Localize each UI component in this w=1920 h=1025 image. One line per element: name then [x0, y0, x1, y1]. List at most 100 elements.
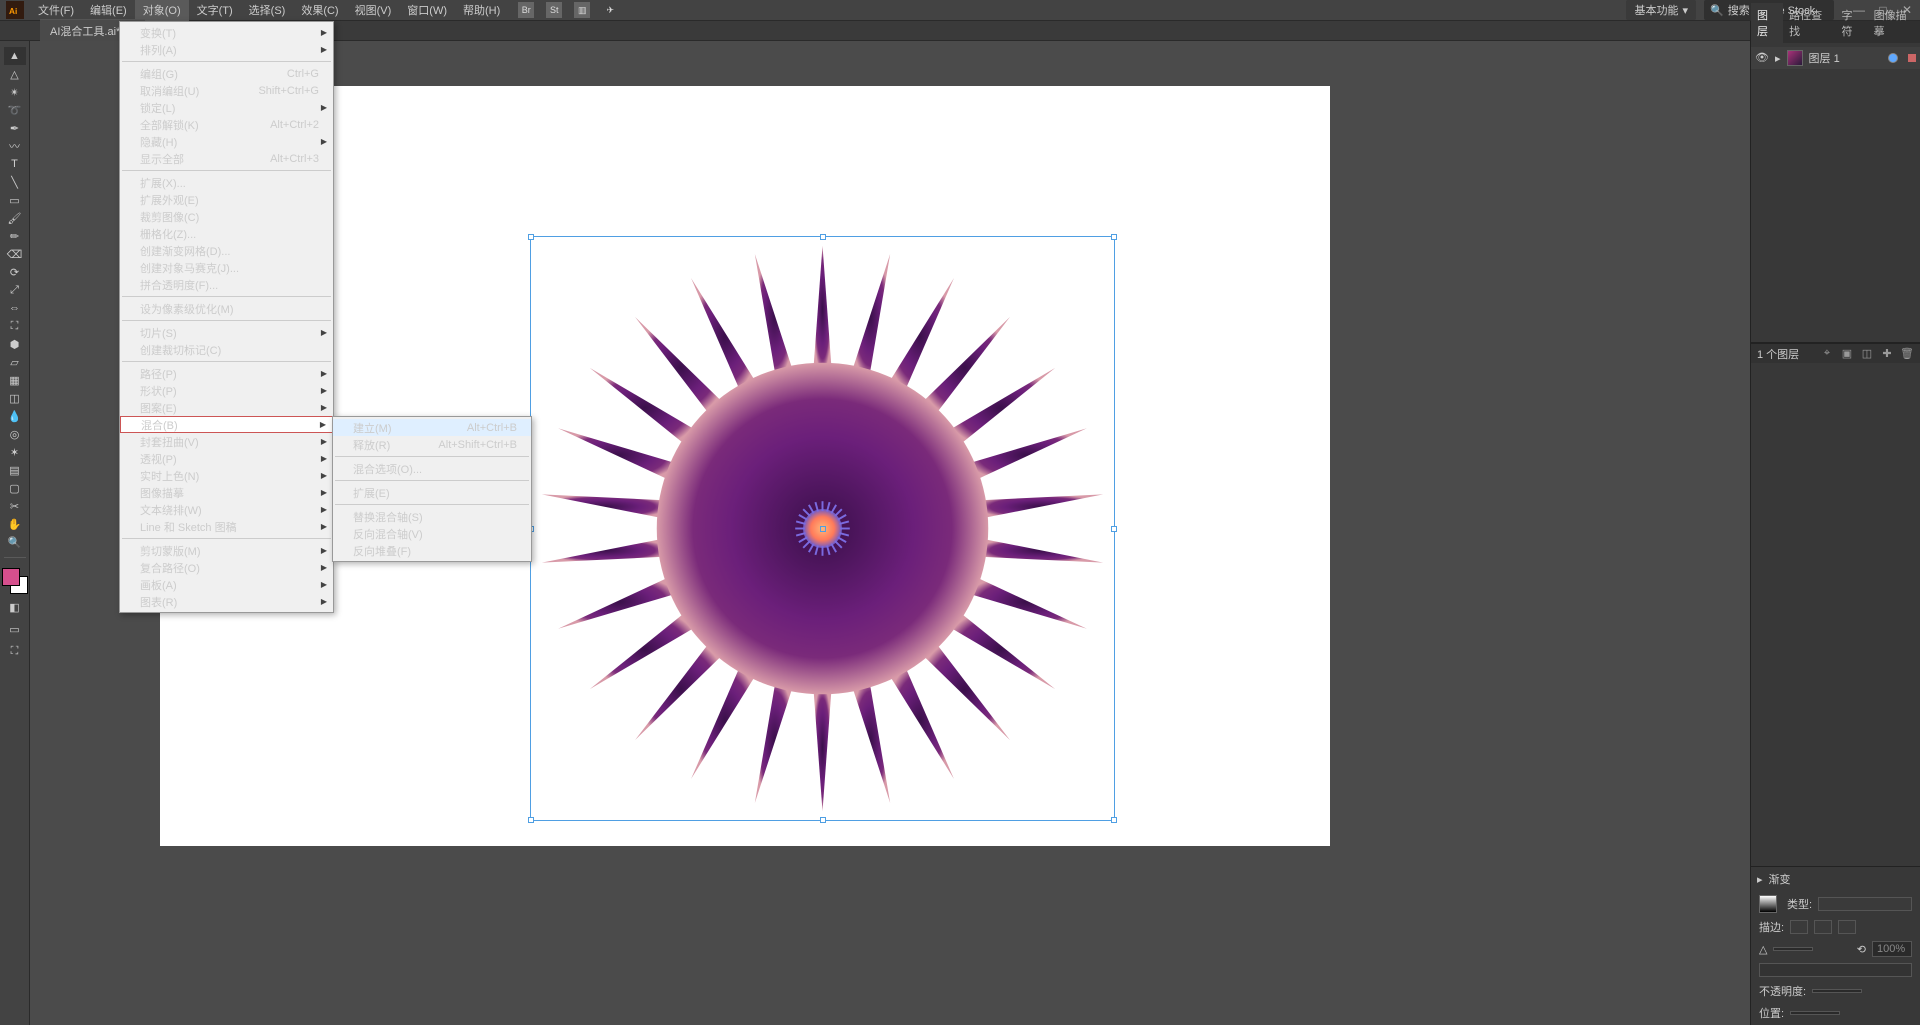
menu-item-透视P[interactable]: 透视(P)	[120, 450, 333, 467]
layer-target-indicator[interactable]	[1888, 53, 1898, 63]
tool-line[interactable]: ╲	[4, 173, 26, 191]
layer-name[interactable]: 图层 1	[1809, 50, 1840, 66]
menu-item-显示全部[interactable]: 显示全部Alt+Ctrl+3	[120, 150, 333, 167]
tool-width[interactable]: ⇔	[4, 299, 26, 317]
tool-hand[interactable]: ✋	[4, 515, 26, 533]
gradient-opacity-input[interactable]: 100%	[1872, 941, 1912, 957]
resize-handle-tl[interactable]	[528, 234, 534, 240]
menu-item-创建渐变网格D[interactable]: 创建渐变网格(D)...	[120, 242, 333, 259]
screen-mode-icon[interactable]: ⛶	[4, 642, 26, 660]
locate-layer-icon[interactable]: ⌖	[1820, 347, 1834, 361]
resize-handle-tr[interactable]	[1111, 234, 1117, 240]
menu-帮助h[interactable]: 帮助(H)	[455, 0, 508, 21]
menu-item-复合路径O[interactable]: 复合路径(O)	[120, 559, 333, 576]
stroke-grad-btn-3[interactable]	[1838, 920, 1856, 934]
panel-collapse-icon[interactable]: ▸	[1757, 873, 1763, 886]
bridge-icon[interactable]: Br	[518, 2, 534, 18]
gpu-icon[interactable]: ✈	[602, 2, 618, 18]
tool-mesh[interactable]: ▦	[4, 371, 26, 389]
menu-item-实时上色N[interactable]: 实时上色(N)	[120, 467, 333, 484]
tool-symbol-spray[interactable]: ✶	[4, 443, 26, 461]
menu-item-混合选项O[interactable]: 混合选项(O)...	[333, 460, 531, 477]
draw-mode-icon[interactable]: ▭	[4, 620, 26, 638]
menu-item-建立M[interactable]: 建立(M)Alt+Ctrl+B	[333, 419, 531, 436]
new-layer-icon[interactable]: ✚	[1880, 347, 1894, 361]
menu-item-混合B[interactable]: 混合(B)	[120, 416, 333, 433]
menu-文字t[interactable]: 文字(T)	[189, 0, 241, 21]
tool-graph[interactable]: ▤	[4, 461, 26, 479]
menu-item-路径P[interactable]: 路径(P)	[120, 365, 333, 382]
menu-编辑e[interactable]: 编辑(E)	[82, 0, 135, 21]
menu-item-图案E[interactable]: 图案(E)	[120, 399, 333, 416]
gradient-swatch[interactable]	[1759, 895, 1777, 913]
tool-lasso[interactable]: ➰	[4, 101, 26, 119]
tool-brush[interactable]: 🖌	[4, 209, 26, 227]
menu-item-设为像素级优化M[interactable]: 设为像素级优化(M)	[120, 300, 333, 317]
stop-position-input[interactable]	[1790, 1011, 1840, 1015]
tool-zoom[interactable]: 🔍	[4, 533, 26, 551]
menu-视图v[interactable]: 视图(V)	[347, 0, 400, 21]
menu-item-图表R[interactable]: 图表(R)	[120, 593, 333, 610]
menu-item-切片S[interactable]: 切片(S)	[120, 324, 333, 341]
tool-gradient[interactable]: ◫	[4, 389, 26, 407]
tool-eraser[interactable]: ⌫	[4, 245, 26, 263]
tool-free-transform[interactable]: ⛶	[4, 317, 26, 335]
menu-item-扩展X[interactable]: 扩展(X)...	[120, 174, 333, 191]
panel-tab-2[interactable]: 字符	[1836, 3, 1868, 43]
menu-item-图像描摹[interactable]: 图像描摹	[120, 484, 333, 501]
menu-item-栅格化Z[interactable]: 栅格化(Z)...	[120, 225, 333, 242]
tool-perspective[interactable]: ▱	[4, 353, 26, 371]
gradient-type-select[interactable]	[1818, 897, 1912, 911]
tool-eyedropper[interactable]: 💧	[4, 407, 26, 425]
menu-item-编组G[interactable]: 编组(G)Ctrl+G	[120, 65, 333, 82]
stroke-grad-btn-2[interactable]	[1814, 920, 1832, 934]
tool-magic-wand[interactable]: ✴	[4, 83, 26, 101]
menu-item-创建裁切标记C[interactable]: 创建裁切标记(C)	[120, 341, 333, 358]
tool-shaper[interactable]: ✏	[4, 227, 26, 245]
tool-direct-select[interactable]: △	[4, 65, 26, 83]
layer-row[interactable]: 👁 ▸ 图层 1	[1751, 47, 1920, 69]
gradient-slider[interactable]	[1759, 963, 1912, 977]
menu-item-文本绕排W[interactable]: 文本绕排(W)	[120, 501, 333, 518]
menu-效果c[interactable]: 效果(C)	[293, 0, 346, 21]
tool-type[interactable]: T	[4, 155, 26, 173]
fill-stroke-swatch[interactable]	[2, 568, 28, 594]
menu-item-变换T[interactable]: 变换(T)	[120, 24, 333, 41]
panel-tab-0[interactable]: 图层	[1751, 3, 1783, 43]
menu-item-剪切蒙版M[interactable]: 剪切蒙版(M)	[120, 542, 333, 559]
visibility-icon[interactable]: 👁	[1755, 51, 1769, 65]
tool-rotate[interactable]: ⟳	[4, 263, 26, 281]
stock-icon[interactable]: St	[546, 2, 562, 18]
menu-文件f[interactable]: 文件(F)	[30, 0, 82, 21]
resize-handle-tm[interactable]	[820, 234, 826, 240]
menu-item-排列A[interactable]: 排列(A)	[120, 41, 333, 58]
resize-handle-bl[interactable]	[528, 817, 534, 823]
menu-窗口w[interactable]: 窗口(W)	[399, 0, 455, 21]
menu-对象o[interactable]: 对象(O)	[135, 0, 189, 21]
workspace-switcher[interactable]: 基本功能 ▾	[1626, 0, 1696, 20]
tool-curvature[interactable]: 〰	[4, 137, 26, 155]
menu-item-拼合透明度F[interactable]: 拼合透明度(F)...	[120, 276, 333, 293]
resize-handle-bm[interactable]	[820, 817, 826, 823]
arrange-docs-icon[interactable]: ▥	[574, 2, 590, 18]
stroke-grad-btn-1[interactable]	[1790, 920, 1808, 934]
panel-tab-3[interactable]: 图像描摹	[1868, 3, 1920, 43]
gradient-angle-input[interactable]	[1773, 947, 1813, 951]
menu-item-隐藏H[interactable]: 隐藏(H)	[120, 133, 333, 150]
tool-slice[interactable]: ✂	[4, 497, 26, 515]
menu-item-锁定L[interactable]: 锁定(L)	[120, 99, 333, 116]
menu-选择s[interactable]: 选择(S)	[241, 0, 294, 21]
menu-item-Line-和-Sketch-图稿[interactable]: Line 和 Sketch 图稿	[120, 518, 333, 535]
tool-rectangle[interactable]: ▭	[4, 191, 26, 209]
menu-item-形状P[interactable]: 形状(P)	[120, 382, 333, 399]
new-sublayer-icon[interactable]: ◫	[1860, 347, 1874, 361]
color-mode-icon[interactable]: ◧	[4, 598, 26, 616]
fill-swatch[interactable]	[2, 568, 20, 586]
delete-layer-icon[interactable]: 🗑	[1900, 347, 1914, 361]
tool-scale[interactable]: ⤢	[4, 281, 26, 299]
layer-expand-icon[interactable]: ▸	[1775, 52, 1781, 65]
tool-artboard[interactable]: ▢	[4, 479, 26, 497]
tool-blend[interactable]: ◎	[4, 425, 26, 443]
tool-selection[interactable]: ▲	[4, 47, 26, 65]
stop-opacity-input[interactable]	[1812, 989, 1862, 993]
